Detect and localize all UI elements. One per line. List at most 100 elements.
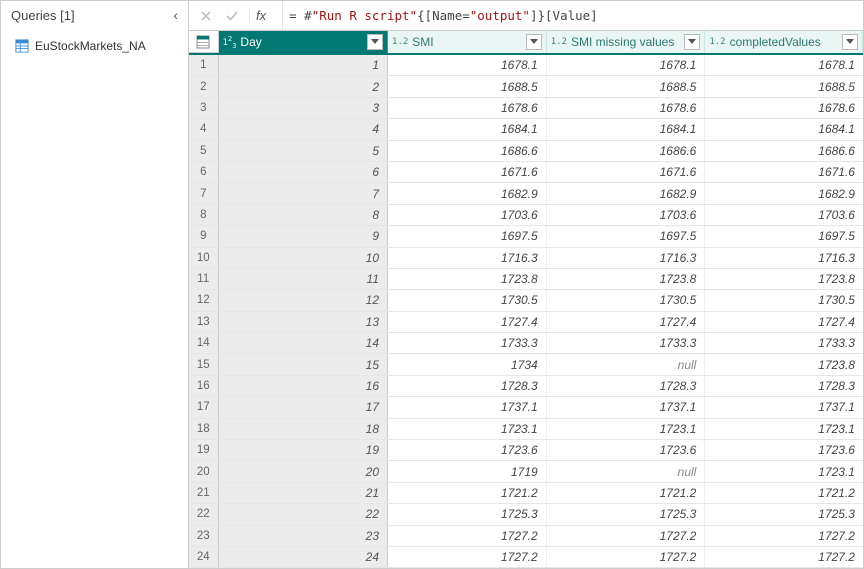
- cell-completed[interactable]: 1727.2: [705, 547, 863, 567]
- cell-day[interactable]: 16: [219, 376, 388, 396]
- cell-completed[interactable]: 1686.6: [705, 141, 863, 161]
- filter-button[interactable]: [684, 34, 700, 50]
- cell-smi[interactable]: 1730.5: [388, 290, 547, 310]
- cell-smi-missing[interactable]: 1737.1: [547, 397, 706, 417]
- cell-smi-missing[interactable]: 1721.2: [547, 483, 706, 503]
- cell-completed[interactable]: 1671.6: [705, 162, 863, 182]
- row-number[interactable]: 6: [189, 162, 219, 182]
- query-item[interactable]: EuStockMarkets_NA: [1, 33, 188, 59]
- column-header-smi-missing[interactable]: 1.2 SMI missing values: [547, 31, 706, 53]
- formula-input[interactable]: = #"Run R script"{[Name="output"]}[Value…: [282, 1, 857, 30]
- cell-smi[interactable]: 1697.5: [388, 226, 547, 246]
- cell-smi-missing[interactable]: 1725.3: [547, 504, 706, 524]
- row-number[interactable]: 9: [189, 226, 219, 246]
- cell-day[interactable]: 19: [219, 440, 388, 460]
- cell-day[interactable]: 2: [219, 76, 388, 96]
- table-row[interactable]: 13131727.41727.41727.4: [189, 312, 863, 333]
- table-row[interactable]: 10101716.31716.31716.3: [189, 248, 863, 269]
- cell-smi-missing[interactable]: 1727.2: [547, 526, 706, 546]
- cell-smi-missing[interactable]: null: [547, 354, 706, 374]
- cell-smi-missing[interactable]: 1733.3: [547, 333, 706, 353]
- table-row[interactable]: 881703.61703.61703.6: [189, 205, 863, 226]
- cell-day[interactable]: 14: [219, 333, 388, 353]
- row-number[interactable]: 19: [189, 440, 219, 460]
- cell-smi[interactable]: 1728.3: [388, 376, 547, 396]
- table-row[interactable]: 16161728.31728.31728.3: [189, 376, 863, 397]
- cell-day[interactable]: 10: [219, 248, 388, 268]
- table-row[interactable]: 11111723.81723.81723.8: [189, 269, 863, 290]
- row-number[interactable]: 21: [189, 483, 219, 503]
- fx-label[interactable]: fx: [249, 8, 272, 23]
- cell-smi[interactable]: 1727.4: [388, 312, 547, 332]
- row-number[interactable]: 13: [189, 312, 219, 332]
- row-number[interactable]: 14: [189, 333, 219, 353]
- table-row[interactable]: 331678.61678.61678.6: [189, 98, 863, 119]
- cell-day[interactable]: 5: [219, 141, 388, 161]
- row-number[interactable]: 24: [189, 547, 219, 567]
- cell-day[interactable]: 3: [219, 98, 388, 118]
- cell-day[interactable]: 4: [219, 119, 388, 139]
- cell-smi[interactable]: 1727.2: [388, 526, 547, 546]
- table-row[interactable]: 18181723.11723.11723.1: [189, 419, 863, 440]
- table-row[interactable]: 12121730.51730.51730.5: [189, 290, 863, 311]
- cell-day[interactable]: 8: [219, 205, 388, 225]
- table-row[interactable]: 23231727.21727.21727.2: [189, 526, 863, 547]
- cell-smi[interactable]: 1737.1: [388, 397, 547, 417]
- row-number[interactable]: 16: [189, 376, 219, 396]
- cell-day[interactable]: 6: [219, 162, 388, 182]
- commit-formula-button[interactable]: [221, 5, 243, 27]
- cell-smi-missing[interactable]: 1727.4: [547, 312, 706, 332]
- cell-smi[interactable]: 1719: [388, 461, 547, 481]
- cell-completed[interactable]: 1723.6: [705, 440, 863, 460]
- row-number[interactable]: 20: [189, 461, 219, 481]
- row-number[interactable]: 23: [189, 526, 219, 546]
- row-number[interactable]: 10: [189, 248, 219, 268]
- cell-day[interactable]: 11: [219, 269, 388, 289]
- table-row[interactable]: 771682.91682.91682.9: [189, 183, 863, 204]
- cell-smi[interactable]: 1684.1: [388, 119, 547, 139]
- cell-smi[interactable]: 1723.6: [388, 440, 547, 460]
- cell-smi[interactable]: 1727.2: [388, 547, 547, 567]
- cell-completed[interactable]: 1723.8: [705, 269, 863, 289]
- table-row[interactable]: 221688.51688.51688.5: [189, 76, 863, 97]
- table-row[interactable]: 15151734null1723.8: [189, 354, 863, 375]
- cell-day[interactable]: 1: [219, 55, 388, 75]
- filter-button[interactable]: [367, 34, 383, 50]
- cell-completed[interactable]: 1678.6: [705, 98, 863, 118]
- cell-smi[interactable]: 1733.3: [388, 333, 547, 353]
- table-row[interactable]: 19191723.61723.61723.6: [189, 440, 863, 461]
- cell-day[interactable]: 22: [219, 504, 388, 524]
- row-number[interactable]: 7: [189, 183, 219, 203]
- table-row[interactable]: 24241727.21727.21727.2: [189, 547, 863, 568]
- cell-smi-missing[interactable]: 1703.6: [547, 205, 706, 225]
- table-row[interactable]: 991697.51697.51697.5: [189, 226, 863, 247]
- cell-completed[interactable]: 1703.6: [705, 205, 863, 225]
- cell-completed[interactable]: 1682.9: [705, 183, 863, 203]
- cell-smi-missing[interactable]: 1688.5: [547, 76, 706, 96]
- row-number[interactable]: 22: [189, 504, 219, 524]
- table-row[interactable]: 20201719null1723.1: [189, 461, 863, 482]
- cell-smi[interactable]: 1723.8: [388, 269, 547, 289]
- cell-smi[interactable]: 1678.6: [388, 98, 547, 118]
- cell-completed[interactable]: 1728.3: [705, 376, 863, 396]
- cell-completed[interactable]: 1723.8: [705, 354, 863, 374]
- select-all-corner[interactable]: [189, 31, 219, 53]
- column-header-day[interactable]: 123 Day: [219, 31, 388, 53]
- cell-day[interactable]: 7: [219, 183, 388, 203]
- cell-completed[interactable]: 1721.2: [705, 483, 863, 503]
- cell-completed[interactable]: 1723.1: [705, 419, 863, 439]
- cell-smi-missing[interactable]: 1723.6: [547, 440, 706, 460]
- row-number[interactable]: 18: [189, 419, 219, 439]
- row-number[interactable]: 17: [189, 397, 219, 417]
- cell-smi-missing[interactable]: 1686.6: [547, 141, 706, 161]
- cell-day[interactable]: 12: [219, 290, 388, 310]
- cell-day[interactable]: 24: [219, 547, 388, 567]
- row-number[interactable]: 5: [189, 141, 219, 161]
- cell-smi-missing[interactable]: 1730.5: [547, 290, 706, 310]
- cell-completed[interactable]: 1723.1: [705, 461, 863, 481]
- table-row[interactable]: 111678.11678.11678.1: [189, 55, 863, 76]
- cell-smi[interactable]: 1725.3: [388, 504, 547, 524]
- cell-completed[interactable]: 1727.4: [705, 312, 863, 332]
- row-number[interactable]: 2: [189, 76, 219, 96]
- cell-smi-missing[interactable]: 1678.6: [547, 98, 706, 118]
